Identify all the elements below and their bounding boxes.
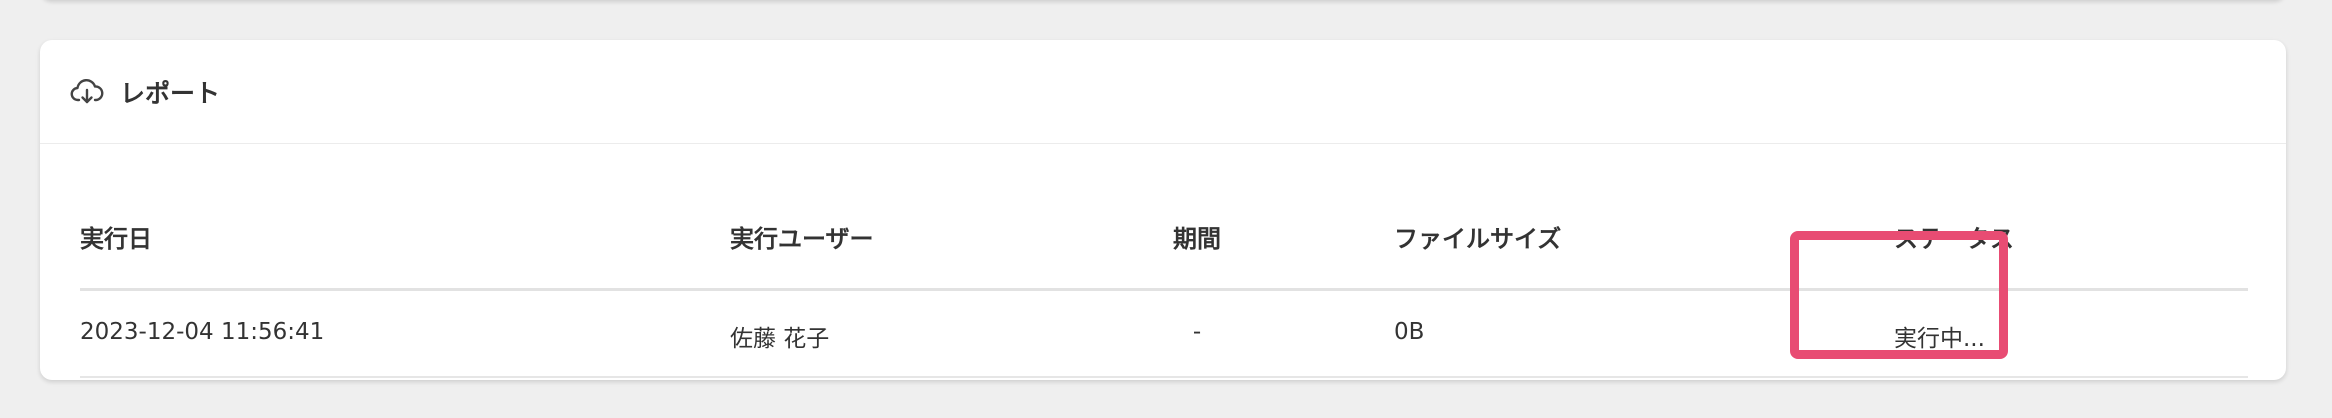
cell-executed-at: 2023-12-04 11:56:41: [80, 319, 325, 345]
table-row: 2023-12-04 11:56:41 佐藤 花子 - 0B 実行中...: [80, 291, 2248, 378]
cloud-download-icon: [70, 78, 104, 106]
column-header-file-size: ファイルサイズ: [1394, 225, 1562, 253]
column-header-period: 期間: [1173, 225, 1221, 253]
table-header-row: 実行日 実行ユーザー 期間 ファイルサイズ ステータス: [80, 145, 2248, 291]
cell-status: 実行中...: [1894, 326, 1985, 352]
cell-period: -: [1192, 319, 1202, 345]
report-table: 実行日 実行ユーザー 期間 ファイルサイズ ステータス 2023-12-04 1…: [80, 145, 2248, 378]
column-header-executed-at: 実行日: [80, 225, 152, 253]
column-header-status: ステータス: [1894, 225, 2014, 253]
cell-user: 佐藤 花子: [730, 326, 830, 352]
report-card-header: レポート: [40, 40, 2286, 144]
card-title: レポート: [120, 78, 221, 108]
column-header-user: 実行ユーザー: [730, 225, 874, 253]
report-card: レポート 実行日 実行ユーザー 期間 ファイルサイズ ステータス 2023-12…: [40, 40, 2286, 380]
cell-file-size: 0B: [1394, 319, 1425, 345]
